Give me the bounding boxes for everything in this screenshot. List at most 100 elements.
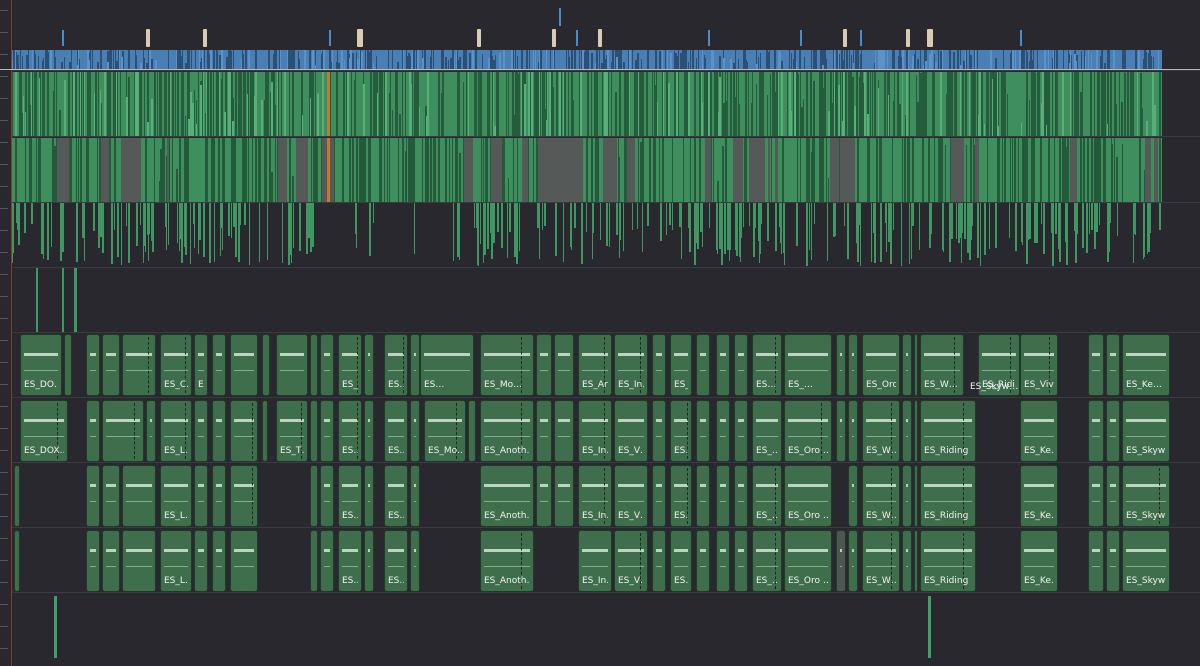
audio-clip[interactable]: [146, 400, 156, 462]
audio-clip[interactable]: [410, 465, 420, 527]
audio-clip[interactable]: ES_In…: [578, 530, 612, 592]
audio-clip[interactable]: ES_…: [784, 334, 832, 396]
audio-clip[interactable]: [696, 334, 710, 396]
audio-clip[interactable]: [716, 530, 730, 592]
audio-clip[interactable]: [122, 530, 156, 592]
audio-clip[interactable]: ES…: [752, 334, 782, 396]
audio-clip[interactable]: ES…: [384, 400, 408, 462]
audio-clip[interactable]: [652, 334, 666, 396]
audio-clip[interactable]: ES_W…: [862, 530, 900, 592]
audio-clip[interactable]: ES_Skyw…: [1122, 400, 1170, 462]
audio-clip[interactable]: [734, 465, 748, 527]
audio-clip[interactable]: [86, 400, 100, 462]
audio-clip[interactable]: [554, 334, 574, 396]
audio-clip[interactable]: [194, 465, 208, 527]
audio-clip[interactable]: [652, 465, 666, 527]
audio-clip[interactable]: ES_Oro …: [862, 334, 900, 396]
audio-clip[interactable]: ES_T…: [276, 400, 308, 462]
audio-clip[interactable]: ES_Viv…: [1020, 334, 1058, 396]
audio-clip[interactable]: [86, 530, 100, 592]
audio-clip[interactable]: [734, 334, 748, 396]
audio-clip[interactable]: [1106, 334, 1120, 396]
audio-clip[interactable]: [536, 334, 552, 396]
audio-clip[interactable]: [902, 465, 912, 527]
audio-clip[interactable]: ES_Anoth…: [480, 400, 534, 462]
audio-clip[interactable]: ES_Anoth…: [578, 334, 612, 396]
audio-clip[interactable]: [696, 400, 710, 462]
audio-clip[interactable]: ES_Mo…: [480, 334, 534, 396]
audio-clip[interactable]: [652, 530, 666, 592]
audio-track-dense-1[interactable]: [12, 72, 1162, 136]
audio-clip[interactable]: [1088, 465, 1104, 527]
audio-clip[interactable]: [734, 400, 748, 462]
audio-clip[interactable]: [1106, 465, 1120, 527]
timeline-marker[interactable]: [357, 29, 363, 47]
timeline-editor[interactable]: ES_DO…ES_C…ES_L…ES_T…ES…ES…ES_Mo…ES_Anot…: [0, 0, 1200, 666]
audio-clip[interactable]: [902, 530, 912, 592]
audio-clip[interactable]: [14, 465, 20, 527]
audio-clip[interactable]: [536, 465, 552, 527]
audio-clip[interactable]: ES…: [670, 465, 692, 527]
audio-clip[interactable]: ES_L…: [194, 334, 208, 396]
audio-clip[interactable]: [696, 465, 710, 527]
audio-clip[interactable]: ES_Anoth…: [480, 465, 534, 527]
audio-clip[interactable]: ES_V…: [614, 465, 648, 527]
audio-clip[interactable]: ES_C…: [160, 334, 192, 396]
audio-clip[interactable]: [364, 530, 374, 592]
audio-clip[interactable]: [86, 465, 100, 527]
audio-clip[interactable]: [64, 334, 72, 396]
timeline-flag[interactable]: [860, 30, 862, 46]
timeline-marker[interactable]: [203, 29, 207, 47]
audio-clip[interactable]: [652, 400, 666, 462]
audio-clip[interactable]: [86, 334, 100, 396]
audio-clip[interactable]: [320, 400, 334, 462]
audio-clip[interactable]: [14, 530, 20, 592]
bottom-clip-1[interactable]: [54, 596, 57, 658]
timeline-flag[interactable]: [800, 30, 802, 46]
audio-clip[interactable]: ES_Mo…: [424, 400, 466, 462]
audio-clip[interactable]: [554, 400, 574, 462]
audio-clip[interactable]: ES_Ke…: [1020, 530, 1058, 592]
timeline-flag[interactable]: [576, 30, 578, 46]
audio-clip[interactable]: [410, 400, 420, 462]
audio-clip[interactable]: ES_Ke…: [1020, 465, 1058, 527]
audio-clip[interactable]: [914, 334, 918, 396]
audio-clip[interactable]: ES_L…: [160, 530, 192, 592]
audio-clip[interactable]: ES…: [670, 400, 692, 462]
audio-clip[interactable]: [230, 400, 258, 462]
audio-clip[interactable]: [554, 465, 574, 527]
audio-clip[interactable]: [122, 465, 156, 527]
audio-clip[interactable]: ES…: [384, 530, 408, 592]
audio-clip[interactable]: [536, 400, 552, 462]
audio-clip[interactable]: [230, 334, 258, 396]
audio-clip[interactable]: ES_L…: [160, 400, 192, 462]
audio-clip[interactable]: [310, 465, 318, 527]
audio-clip[interactable]: [276, 334, 308, 396]
audio-track-sparse-3[interactable]: [12, 203, 1162, 267]
audio-clip[interactable]: ES…: [338, 530, 362, 592]
audio-clip[interactable]: [902, 400, 912, 462]
audio-clip[interactable]: [716, 465, 730, 527]
audio-clip[interactable]: [410, 530, 420, 592]
audio-clip[interactable]: ES_Ke…: [1122, 334, 1170, 396]
audio-clip[interactable]: ES_L…: [160, 465, 192, 527]
audio-clip[interactable]: [102, 334, 120, 396]
audio-clip[interactable]: [320, 334, 334, 396]
audio-clip[interactable]: [212, 334, 226, 396]
audio-clip[interactable]: ES_V…: [670, 334, 692, 396]
audio-clip[interactable]: [230, 530, 258, 592]
audio-clip[interactable]: ES_W…: [862, 400, 900, 462]
audio-clip[interactable]: [194, 530, 208, 592]
audio-clip[interactable]: ES_DOX…: [20, 400, 68, 462]
timeline-flag[interactable]: [1020, 30, 1022, 46]
audio-clip[interactable]: ES…: [384, 334, 408, 396]
audio-clip[interactable]: ES_W…: [920, 334, 964, 396]
timeline-flag[interactable]: [708, 30, 710, 46]
audio-clip[interactable]: ES…: [338, 400, 362, 462]
audio-clip[interactable]: ES_Oro …: [784, 530, 832, 592]
audio-clip[interactable]: ES_In…: [578, 400, 612, 462]
timeline-marker[interactable]: [552, 29, 556, 47]
audio-clip[interactable]: [262, 334, 270, 396]
audio-clip[interactable]: ES_W…: [862, 465, 900, 527]
audio-clip[interactable]: [410, 334, 420, 396]
